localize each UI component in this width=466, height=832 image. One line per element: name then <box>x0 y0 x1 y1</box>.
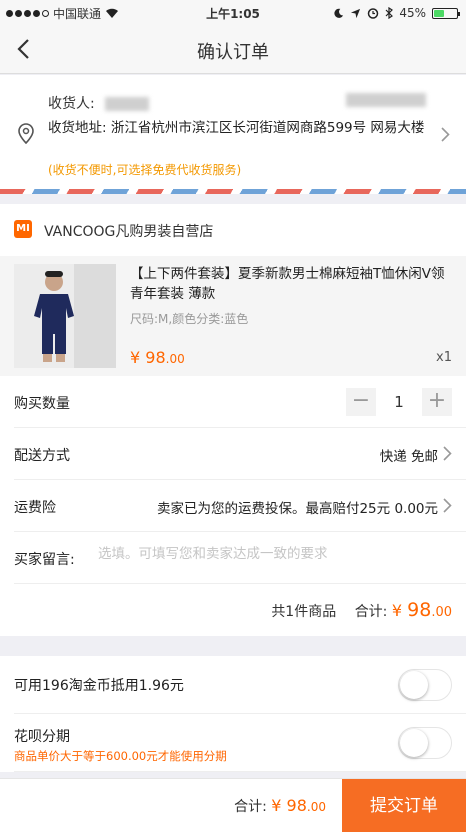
increment-button[interactable]: + <box>422 388 452 416</box>
page-title: 确认订单 <box>197 42 269 63</box>
product-quantity: x1 <box>436 350 452 365</box>
delivery-label: 配送方式 <box>14 448 70 464</box>
summary-total: ¥ 98.00 <box>391 599 452 621</box>
insurance-value: 卖家已为您的运费投保。最高赔付25元 0.00元 <box>156 501 438 517</box>
receiver-phone-redacted <box>346 93 426 107</box>
installment-row: 花呗分期 商品单价大于等于600.00元才能使用分期 <box>14 714 466 772</box>
bottom-total: 合计: ¥ 98.00 <box>234 796 326 816</box>
location-arrow-icon <box>351 8 361 18</box>
summary-total-label: 合计: <box>354 604 388 620</box>
location-pin-icon <box>18 123 34 145</box>
installment-toggle[interactable] <box>398 727 452 759</box>
alarm-icon <box>368 8 379 19</box>
receiver-name-redacted <box>105 97 150 111</box>
delivery-tip[interactable]: (收货不便时,可选择免费代收货服务) <box>48 161 241 178</box>
message-label: 买家留言: <box>14 552 75 568</box>
installment-hint: 商品单价大于等于600.00元才能使用分期 <box>14 749 227 763</box>
product-title: 【上下两件套装】夏季新款男士棉麻短袖T恤休闲V领青年套装 薄款 <box>130 266 445 302</box>
item-count: 共1件商品 <box>271 604 337 620</box>
shop-name: VANCOOG凡购男装自营店 <box>44 224 214 240</box>
bottom-bar: 合计: ¥ 98.00 提交订单 <box>0 778 466 832</box>
delivery-value: 快递 免邮 <box>379 449 438 465</box>
decrement-button[interactable]: − <box>346 388 376 416</box>
status-bar: 中国联通 上午1:05 45% <box>0 0 466 26</box>
quantity-stepper[interactable]: − 1 + <box>346 388 452 416</box>
moon-icon <box>334 8 344 18</box>
address-card[interactable]: 收货人: 收货地址: 浙江省杭州市滨江区长河街道网商路599号 网易大楼 (收货… <box>0 75 466 193</box>
message-input[interactable] <box>98 546 438 562</box>
message-row: 买家留言: <box>14 532 466 584</box>
chevron-right-icon <box>443 498 452 513</box>
installment-label: 花呗分期 <box>14 729 70 745</box>
chevron-right-icon <box>441 127 450 142</box>
bottom-total-label: 合计: <box>234 799 267 815</box>
insurance-row[interactable]: 运费险 卖家已为您的运费投保。最高赔付25元 0.00元 <box>14 480 466 532</box>
shop-header[interactable]: MI VANCOOG凡购男装自营店 <box>0 204 466 256</box>
airmail-border <box>0 189 466 194</box>
coins-row: 可用196淘金币抵用1.96元 <box>14 656 466 714</box>
product-item[interactable]: 【上下两件套装】夏季新款男士棉麻短袖T恤休闲V领青年套装 薄款 尺码:M,颜色分… <box>0 256 466 376</box>
order-summary: 共1件商品 合计: ¥ 98.00 <box>14 584 466 636</box>
coins-toggle[interactable] <box>398 669 452 701</box>
insurance-label: 运费险 <box>14 500 56 516</box>
nav-bar: 确认订单 <box>0 26 466 74</box>
delivery-row[interactable]: 配送方式 快递 免邮 <box>14 428 466 480</box>
payment-extras: 可用196淘金币抵用1.96元 花呗分期 商品单价大于等于600.00元才能使用… <box>0 656 466 772</box>
address-value: 浙江省杭州市滨江区长河街道网商路599号 网易大楼 <box>110 120 425 136</box>
coins-label: 可用196淘金币抵用1.96元 <box>14 678 184 694</box>
battery-icon <box>432 7 460 19</box>
address-text: 收货地址: 浙江省杭州市滨江区长河街道网商路599号 网易大楼 <box>48 119 433 138</box>
address-label: 收货地址: <box>48 120 107 136</box>
shop-logo-icon: MI <box>14 220 32 238</box>
battery-percent: 45% <box>399 6 426 20</box>
product-image <box>14 264 116 368</box>
quantity-value: 1 <box>394 393 404 411</box>
quantity-row: 购买数量 − 1 + <box>14 376 466 428</box>
product-spec: 尺码:M,颜色分类:蓝色 <box>130 312 249 326</box>
product-price: ¥ 98.00 <box>130 348 185 367</box>
order-options: 购买数量 − 1 + 配送方式 快递 免邮 运费险 卖家已为您的运费投保。最高赔… <box>0 376 466 636</box>
bluetooth-icon <box>385 7 394 19</box>
receiver-label: 收货人: <box>48 96 95 112</box>
bottom-total-amount: ¥ 98.00 <box>271 796 326 815</box>
chevron-right-icon <box>443 446 452 461</box>
quantity-label: 购买数量 <box>14 396 70 412</box>
submit-order-button[interactable]: 提交订单 <box>342 779 466 832</box>
